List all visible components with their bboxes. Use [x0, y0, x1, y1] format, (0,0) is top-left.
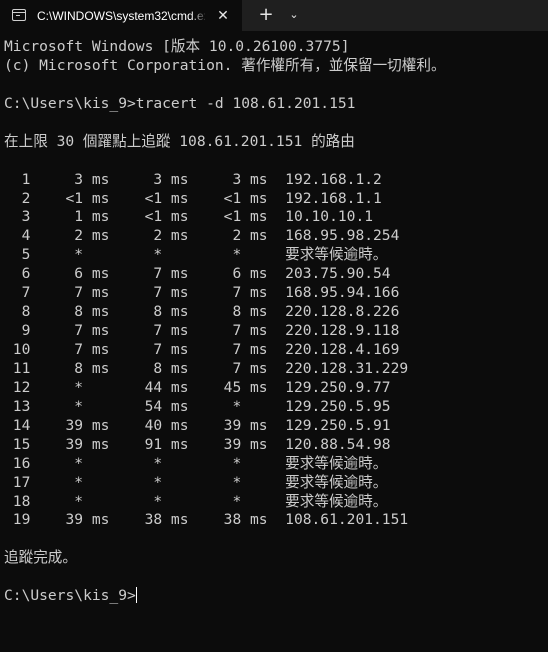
console-line: 11 8 ms 8 ms 7 ms 220.128.31.229 [4, 359, 409, 377]
new-tab-button[interactable]: + [254, 4, 278, 26]
console-line: 18 * * * 要求等候逾時。 [4, 492, 388, 510]
prompt-line: C:\Users\kis_9> [4, 587, 544, 606]
console-line: 10 7 ms 7 ms 7 ms 220.128.4.169 [4, 341, 400, 358]
console-line: 在上限 30 個躍點上追蹤 108.61.201.151 的路由 [4, 132, 355, 150]
console-line: C:\Users\kis_9>tracert -d 108.61.201.151 [4, 94, 356, 112]
console-line: 追蹤完成。 [4, 549, 77, 567]
prompt-text: C:\Users\kis_9> [4, 587, 136, 605]
console-line: 12 * 44 ms 45 ms 129.250.9.77 [4, 378, 391, 396]
console-line: 3 1 ms <1 ms <1 ms 10.10.10.1 [4, 208, 374, 226]
console-line: 4 2 ms 2 ms 2 ms 168.95.98.254 [4, 227, 400, 245]
console-line: 2 <1 ms <1 ms <1 ms 192.168.1.1 [4, 189, 382, 207]
console-line: 13 * 54 ms * 129.250.5.95 [4, 397, 391, 415]
console-line: 14 39 ms 40 ms 39 ms 129.250.5.91 [4, 416, 391, 434]
console-line: 6 6 ms 7 ms 6 ms 203.75.90.54 [4, 265, 391, 283]
console-line: 5 * * * 要求等候逾時。 [4, 246, 388, 264]
text-cursor [135, 587, 137, 604]
console-line: 16 * * * 要求等候逾時。 [4, 454, 388, 472]
console-line: 8 8 ms 8 ms 8 ms 220.128.8.226 [4, 303, 400, 321]
tab-cmd[interactable]: C:\WINDOWS\system32\cmd.exe ✕ [0, 0, 242, 31]
console-line: 1 3 ms 3 ms 3 ms 192.168.1.2 [4, 170, 382, 188]
console-line: 19 39 ms 38 ms 38 ms 108.61.201.151 [4, 511, 409, 529]
title-bar: C:\WINDOWS\system32\cmd.exe ✕ + ⌄ [0, 0, 548, 31]
terminal-icon [12, 9, 26, 21]
console-line: 7 7 ms 7 ms 7 ms 168.95.94.166 [4, 284, 400, 302]
console-line: Microsoft Windows [版本 10.0.26100.3775] [4, 38, 350, 55]
tab-dropdown-button[interactable]: ⌄ [284, 4, 304, 26]
tab-title-fade [190, 6, 208, 26]
console-output[interactable]: Microsoft Windows [版本 10.0.26100.3775] (c… [4, 38, 544, 648]
console-line: (c) Microsoft Corporation. 著作權所有，並保留一切權利… [4, 56, 446, 74]
console-line: 9 7 ms 7 ms 7 ms 220.128.9.118 [4, 322, 400, 340]
close-tab-icon[interactable]: ✕ [213, 6, 233, 26]
tab-title: C:\WINDOWS\system32\cmd.exe [37, 9, 205, 23]
console-line: 17 * * * 要求等候逾時。 [4, 473, 388, 491]
console-line: 15 39 ms 91 ms 39 ms 120.88.54.98 [4, 435, 391, 453]
